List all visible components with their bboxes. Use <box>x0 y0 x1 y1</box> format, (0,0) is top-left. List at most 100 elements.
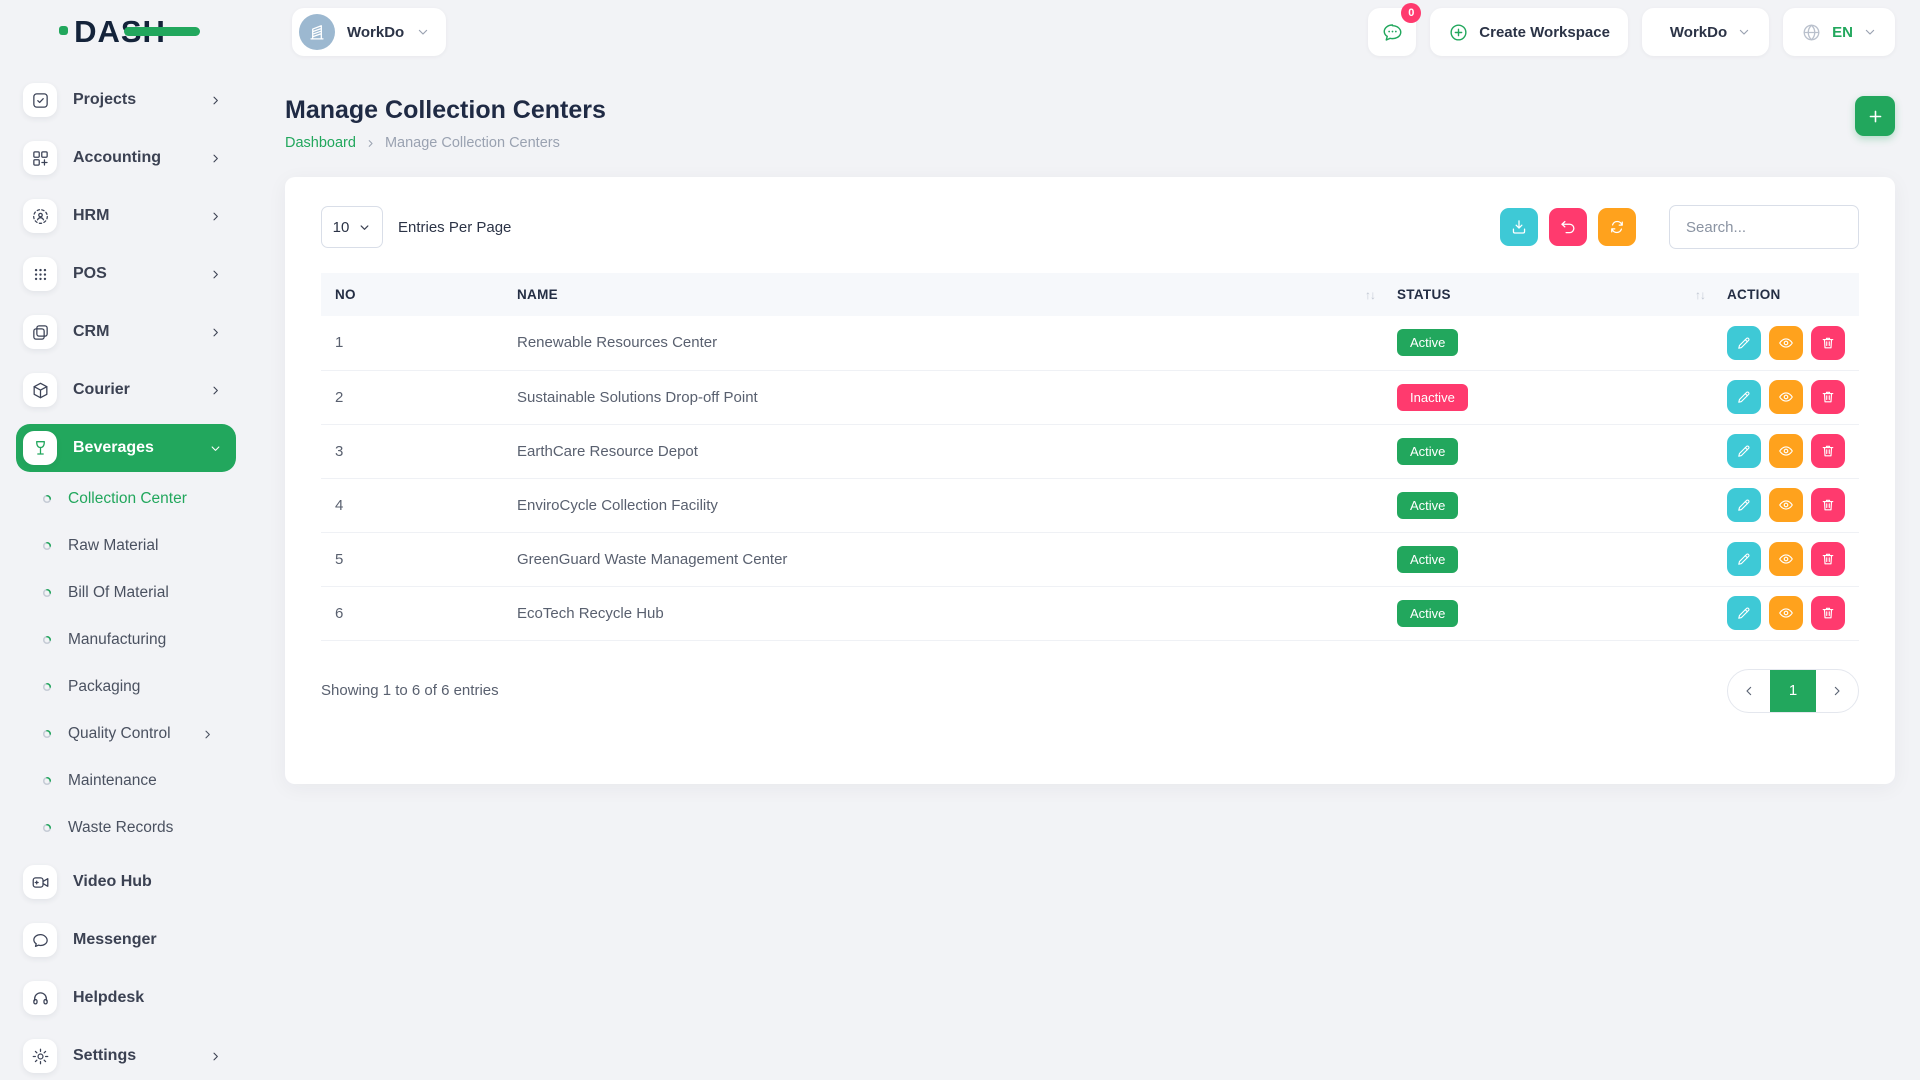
chevron-down-icon <box>1863 25 1877 39</box>
edit-button[interactable] <box>1727 326 1761 360</box>
sidebar-subitem-raw-material[interactable]: Raw Material <box>16 529 236 563</box>
sort-icon: ↑↓ <box>1695 288 1705 302</box>
sidebar-item-messenger[interactable]: Messenger <box>16 916 236 964</box>
language-menu[interactable]: EN <box>1783 8 1895 56</box>
main-content: Manage Collection Centers Dashboard Mana… <box>240 64 1920 1080</box>
column-header-status[interactable]: STATUS↑↓ <box>1397 273 1727 316</box>
refresh-button[interactable] <box>1598 208 1636 246</box>
trash-icon <box>1820 605 1836 621</box>
sidebar-subitem-manufacturing[interactable]: Manufacturing <box>16 623 236 657</box>
sidebar-item-accounting[interactable]: Accounting <box>16 134 236 182</box>
app-logo[interactable]: DASH <box>74 14 166 50</box>
chevron-right-icon <box>209 268 222 281</box>
sidebar-subitem-maintenance[interactable]: Maintenance <box>16 764 236 798</box>
create-workspace-button[interactable]: Create Workspace <box>1430 8 1628 56</box>
sidebar-item-label: Accounting <box>73 149 161 167</box>
cell-action <box>1727 586 1859 640</box>
plus-icon <box>1866 107 1885 126</box>
reset-button[interactable] <box>1549 208 1587 246</box>
search-input[interactable] <box>1669 205 1859 249</box>
status-badge: Active <box>1397 329 1458 356</box>
sidebar-item-label: Collection Center <box>68 490 187 508</box>
sidebar-subitem-packaging[interactable]: Packaging <box>16 670 236 704</box>
accounting-icon <box>23 141 57 175</box>
workspace-switcher[interactable]: WorkDo <box>292 8 446 56</box>
sidebar-item-video-hub[interactable]: Video Hub <box>16 858 236 906</box>
sidebar-item-projects[interactable]: Projects <box>16 76 236 124</box>
view-button[interactable] <box>1769 596 1803 630</box>
delete-button[interactable] <box>1811 542 1845 576</box>
edit-button[interactable] <box>1727 434 1761 468</box>
table-header-row: NONAME↑↓STATUS↑↓ACTION <box>321 273 1859 316</box>
cell-action <box>1727 478 1859 532</box>
pagination-prev-button[interactable] <box>1728 669 1770 713</box>
create-workspace-label: Create Workspace <box>1479 24 1610 41</box>
table-row: 6EcoTech Recycle HubActive <box>321 586 1859 640</box>
sidebar-item-label: Bill Of Material <box>68 584 169 602</box>
sidebar-item-label: Waste Records <box>68 819 173 837</box>
sidebar-item-beverages[interactable]: Beverages <box>16 424 236 472</box>
chevron-down-icon <box>1737 25 1751 39</box>
sidebar-item-helpdesk[interactable]: Helpdesk <box>16 974 236 1022</box>
add-collection-center-button[interactable] <box>1855 96 1895 136</box>
status-badge: Active <box>1397 438 1458 465</box>
eye-icon <box>1778 497 1794 513</box>
table-row: 4EnviroCycle Collection FacilityActive <box>321 478 1859 532</box>
helpdesk-icon <box>23 981 57 1015</box>
view-button[interactable] <box>1769 380 1803 414</box>
eye-icon <box>1778 605 1794 621</box>
edit-button[interactable] <box>1727 542 1761 576</box>
sidebar-nav: Projects Accounting HRM POS CRM Courier Bevera… <box>0 64 240 1080</box>
messages-button[interactable]: 0 <box>1368 8 1416 56</box>
sidebar-item-crm[interactable]: CRM <box>16 308 236 356</box>
edit-button[interactable] <box>1727 596 1761 630</box>
trash-icon <box>1820 443 1836 459</box>
chevron-left-icon <box>1742 684 1756 698</box>
column-header-name[interactable]: NAME↑↓ <box>517 273 1397 316</box>
sidebar-item-hrm[interactable]: HRM <box>16 192 236 240</box>
entries-per-page-select[interactable]: 10 <box>321 206 383 248</box>
collection-centers-card: 10 Entries Per Page NONAME↑↓STATUS↑↓ACTI… <box>285 177 1895 784</box>
messenger-icon <box>23 923 57 957</box>
status-badge: Inactive <box>1397 384 1468 411</box>
cell-name: Renewable Resources Center <box>517 316 1397 370</box>
sidebar-item-courier[interactable]: Courier <box>16 366 236 414</box>
cell-no: 5 <box>321 532 517 586</box>
delete-button[interactable] <box>1811 596 1845 630</box>
delete-button[interactable] <box>1811 434 1845 468</box>
pencil-icon <box>1736 497 1752 513</box>
pagination-page-1[interactable]: 1 <box>1770 669 1816 713</box>
sidebar-item-label: Courier <box>73 381 130 399</box>
view-button[interactable] <box>1769 542 1803 576</box>
breadcrumb-link-dashboard[interactable]: Dashboard <box>285 135 356 151</box>
edit-button[interactable] <box>1727 488 1761 522</box>
cell-action <box>1727 424 1859 478</box>
pencil-icon <box>1736 605 1752 621</box>
export-button[interactable] <box>1500 208 1538 246</box>
sidebar-item-settings[interactable]: Settings <box>16 1032 236 1080</box>
chevron-right-icon <box>201 728 214 741</box>
cell-no: 3 <box>321 424 517 478</box>
pagination-next-button[interactable] <box>1816 669 1858 713</box>
sidebar-subitem-quality-control[interactable]: Quality Control <box>16 717 236 751</box>
table-row: 3EarthCare Resource DepotActive <box>321 424 1859 478</box>
delete-button[interactable] <box>1811 326 1845 360</box>
edit-button[interactable] <box>1727 380 1761 414</box>
sidebar-subitem-waste-records[interactable]: Waste Records <box>16 811 236 845</box>
sidebar-subitem-collection-center[interactable]: Collection Center <box>16 482 236 516</box>
breadcrumb-current: Manage Collection Centers <box>385 135 560 151</box>
eye-icon <box>1778 443 1794 459</box>
app-menu-button[interactable]: WorkDo <box>1642 8 1769 56</box>
sidebar-item-pos[interactable]: POS <box>16 250 236 298</box>
view-button[interactable] <box>1769 488 1803 522</box>
delete-button[interactable] <box>1811 380 1845 414</box>
delete-button[interactable] <box>1811 488 1845 522</box>
view-button[interactable] <box>1769 434 1803 468</box>
view-button[interactable] <box>1769 326 1803 360</box>
cell-no: 2 <box>321 370 517 424</box>
cell-no: 6 <box>321 586 517 640</box>
column-header-action: ACTION <box>1727 273 1859 316</box>
sidebar-subitem-bill-of-material[interactable]: Bill Of Material <box>16 576 236 610</box>
pencil-icon <box>1736 389 1752 405</box>
workspace-avatar <box>299 14 335 50</box>
